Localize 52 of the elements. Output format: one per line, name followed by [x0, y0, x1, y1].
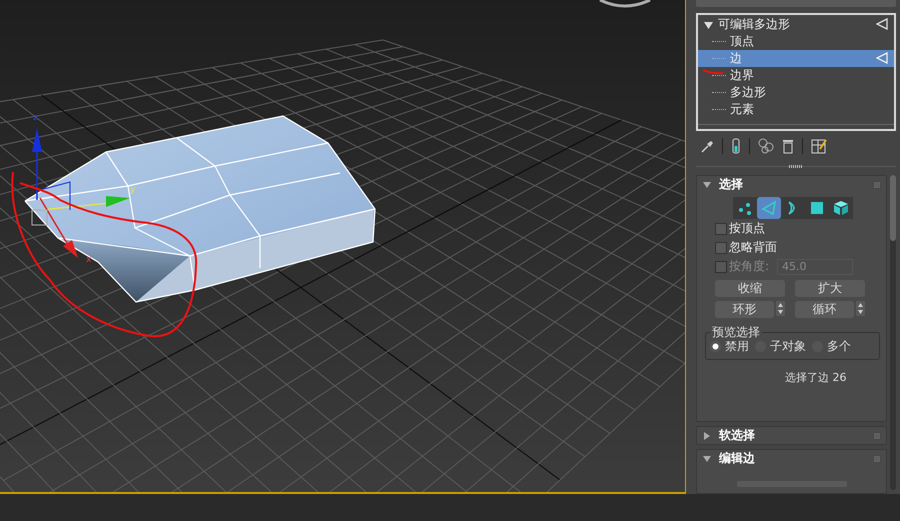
axis-label: z [33, 113, 38, 123]
rollout-arrow-icon[interactable] [703, 180, 711, 188]
rollout-arrow-icon[interactable] [703, 454, 711, 462]
subobject-item[interactable]: 顶点 [698, 33, 894, 50]
axis-label: y [130, 185, 136, 195]
modifier-stack[interactable]: 可编辑多边形 顶点 边 边界 多边形 元素 [696, 13, 896, 131]
rollout-title[interactable]: 选择 [719, 176, 743, 193]
annotation-stroke [702, 68, 724, 76]
transform-gizmo-drawing[interactable] [32, 128, 130, 258]
viewcube-edge[interactable] [599, 0, 651, 8]
spinner-arrows-icon[interactable] [856, 301, 865, 316]
edge-mode-button[interactable] [756, 197, 780, 219]
selection-button[interactable]: 循环 [795, 301, 854, 318]
selection-status: 选择了边 26 [785, 370, 848, 385]
test-tube-icon[interactable] [731, 138, 741, 154]
polygon-icon [808, 200, 824, 216]
radio-button[interactable] [710, 341, 721, 352]
element-icon [832, 200, 848, 216]
checkbox[interactable] [715, 222, 727, 234]
subobject-item[interactable]: 多边形 [698, 84, 894, 102]
group-title: 预览选择 [710, 324, 762, 341]
checkbox-label[interactable]: 按顶点 [729, 220, 765, 237]
checkbox[interactable] [715, 242, 727, 254]
radio-label[interactable]: 多个 [827, 338, 851, 355]
axis-label: x [86, 255, 92, 265]
edge-icon [760, 200, 776, 216]
spinner-arrows-icon[interactable] [776, 301, 785, 316]
trash-icon[interactable] [782, 138, 794, 154]
rollout-title[interactable]: 编辑边 [719, 450, 755, 467]
drag-handle[interactable] [874, 456, 880, 462]
selection-button[interactable]: 扩大 [795, 280, 865, 297]
vertex-icon [736, 200, 752, 216]
splitter-handle[interactable] [789, 165, 803, 168]
radio-label[interactable]: 子对象 [770, 338, 806, 355]
radio-label[interactable]: 禁用 [725, 338, 749, 355]
rollout-arrow-icon[interactable] [703, 432, 711, 440]
mesh-drawing[interactable] [24, 115, 376, 303]
configure-icon[interactable] [811, 138, 827, 154]
modifier-name[interactable]: 可编辑多边形 [718, 16, 790, 34]
drag-handle[interactable] [874, 432, 880, 438]
scrollbar[interactable] [890, 175, 896, 490]
subobject-item[interactable]: 边界 [698, 67, 894, 84]
drag-handle[interactable] [874, 182, 880, 188]
pin-icon[interactable] [700, 139, 714, 154]
subobject-item[interactable]: 元素 [698, 101, 894, 118]
triangle-icon [876, 52, 888, 64]
selection-button[interactable]: 环形 [715, 301, 774, 318]
3d-viewport[interactable]: z y x [0, 0, 686, 494]
triangle-icon [876, 18, 888, 30]
rollout-title[interactable]: 软选择 [719, 427, 755, 444]
checkbox-label[interactable]: 忽略背面 [729, 239, 777, 256]
selection-button[interactable]: 收缩 [715, 280, 785, 297]
